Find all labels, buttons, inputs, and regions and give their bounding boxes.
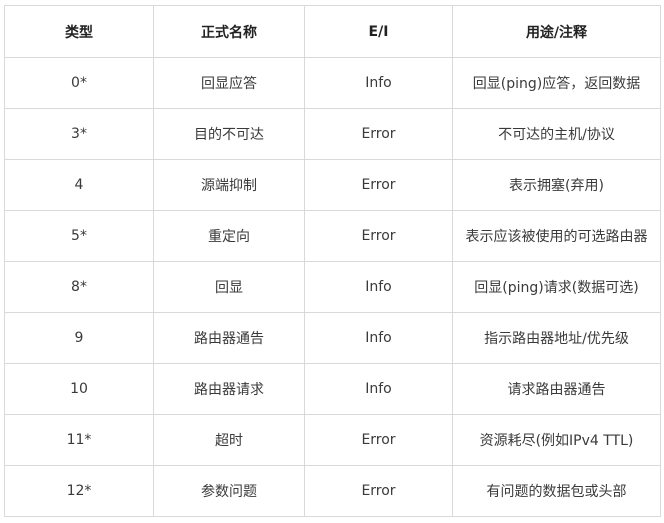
cell-usage-notes: 表示拥塞(弃用) — [452, 159, 661, 211]
cell-usage-notes: 有问题的数据包或头部 — [452, 465, 661, 517]
cell-e-i: Info — [304, 312, 453, 364]
table-row: 5* 重定向 Error 表示应该被使用的可选路由器 — [4, 210, 661, 262]
cell-e-i: Info — [304, 363, 453, 415]
cell-usage-notes: 回显(ping)请求(数据可选) — [452, 261, 661, 313]
cell-type: 12* — [4, 465, 154, 517]
cell-e-i: Error — [304, 414, 453, 466]
cell-usage-notes: 指示路由器地址/优先级 — [452, 312, 661, 364]
cell-type: 8* — [4, 261, 154, 313]
cell-formal-name: 路由器请求 — [153, 363, 305, 415]
header-formal-name: 正式名称 — [153, 5, 305, 58]
header-e-i: E/I — [304, 5, 453, 58]
cell-e-i: Error — [304, 210, 453, 262]
table-row: 8* 回显 Info 回显(ping)请求(数据可选) — [4, 261, 661, 313]
table-row: 11* 超时 Error 资源耗尽(例如IPv4 TTL) — [4, 414, 661, 466]
cell-formal-name: 重定向 — [153, 210, 305, 262]
cell-formal-name: 回显应答 — [153, 57, 305, 109]
table-row: 4 源端抑制 Error 表示拥塞(弃用) — [4, 159, 661, 211]
icmp-type-table: 类型 正式名称 E/I 用途/注释 0* 回显应答 Info 回显(ping)应… — [4, 5, 661, 517]
cell-usage-notes: 资源耗尽(例如IPv4 TTL) — [452, 414, 661, 466]
cell-type: 5* — [4, 210, 154, 262]
cell-formal-name: 参数问题 — [153, 465, 305, 517]
cell-formal-name: 源端抑制 — [153, 159, 305, 211]
table-row: 10 路由器请求 Info 请求路由器通告 — [4, 363, 661, 415]
cell-usage-notes: 表示应该被使用的可选路由器 — [452, 210, 661, 262]
table-row: 3* 目的不可达 Error 不可达的主机/协议 — [4, 108, 661, 160]
cell-formal-name: 超时 — [153, 414, 305, 466]
cell-e-i: Error — [304, 159, 453, 211]
cell-usage-notes: 回显(ping)应答，返回数据 — [452, 57, 661, 109]
header-type: 类型 — [4, 5, 154, 58]
cell-type: 4 — [4, 159, 154, 211]
cell-type: 3* — [4, 108, 154, 160]
cell-formal-name: 回显 — [153, 261, 305, 313]
cell-type: 11* — [4, 414, 154, 466]
cell-type: 0* — [4, 57, 154, 109]
cell-e-i: Info — [304, 261, 453, 313]
header-usage-notes: 用途/注释 — [452, 5, 661, 58]
table-row: 9 路由器通告 Info 指示路由器地址/优先级 — [4, 312, 661, 364]
table-row: 12* 参数问题 Error 有问题的数据包或头部 — [4, 465, 661, 517]
table-row: 0* 回显应答 Info 回显(ping)应答，返回数据 — [4, 57, 661, 109]
cell-formal-name: 路由器通告 — [153, 312, 305, 364]
icmp-type-table-container: 类型 正式名称 E/I 用途/注释 0* 回显应答 Info 回显(ping)应… — [4, 5, 661, 517]
cell-e-i: Info — [304, 57, 453, 109]
cell-type: 9 — [4, 312, 154, 364]
cell-e-i: Error — [304, 108, 453, 160]
cell-usage-notes: 请求路由器通告 — [452, 363, 661, 415]
cell-formal-name: 目的不可达 — [153, 108, 305, 160]
cell-e-i: Error — [304, 465, 453, 517]
cell-type: 10 — [4, 363, 154, 415]
table-header-row: 类型 正式名称 E/I 用途/注释 — [4, 5, 661, 58]
cell-usage-notes: 不可达的主机/协议 — [452, 108, 661, 160]
